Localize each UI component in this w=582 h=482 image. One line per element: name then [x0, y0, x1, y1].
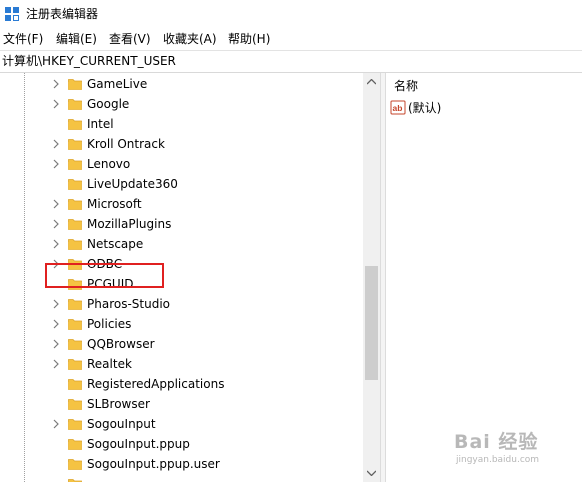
- address-bar[interactable]: 计算机\HKEY_CURRENT_USER: [0, 50, 582, 73]
- tree-item[interactable]: SogouInput: [0, 414, 363, 434]
- scroll-up-arrow-icon[interactable]: [367, 79, 376, 85]
- tree-item[interactable]: QQBrowser: [0, 334, 363, 354]
- expand-chevron-icon[interactable]: [52, 419, 60, 429]
- tree-item-label: SogouInput.ppup.user: [87, 457, 220, 471]
- tree-item-label: Kroll Ontrack: [87, 137, 165, 151]
- tree-item-label: RegisteredApplications: [87, 377, 225, 391]
- scroll-thumb[interactable]: [365, 266, 378, 380]
- column-header-label: 名称: [394, 79, 419, 93]
- expand-chevron-icon[interactable]: [52, 159, 60, 169]
- folder-icon: [68, 339, 82, 350]
- tree-item[interactable]: Intel: [0, 114, 363, 134]
- expand-chevron-icon[interactable]: [52, 139, 60, 149]
- tree-item[interactable]: GameLive: [0, 74, 363, 94]
- tree-item-label: QQBrowser: [87, 337, 155, 351]
- expand-chevron-icon[interactable]: [52, 199, 60, 209]
- folder-icon: [68, 319, 82, 330]
- svg-text:ab: ab: [393, 103, 403, 113]
- string-value-icon: ab: [390, 100, 406, 115]
- microsoft-highlight-box: [45, 263, 164, 288]
- tree-item[interactable]: SogouInput.ppup: [0, 434, 363, 454]
- tree-item-label: Google: [87, 97, 130, 111]
- folder-icon: [68, 359, 82, 370]
- tree-item[interactable]: RegisteredApplications: [0, 374, 363, 394]
- tree-item[interactable]: Google: [0, 94, 363, 114]
- window-title: 注册表编辑器: [26, 7, 99, 21]
- expand-chevron-icon[interactable]: [52, 319, 60, 329]
- tree-item[interactable]: LiveUpdate360: [0, 174, 363, 194]
- tree-item-label: Microsoft: [87, 197, 142, 211]
- folder-icon: [68, 399, 82, 410]
- expand-chevron-icon[interactable]: [52, 299, 60, 309]
- registry-tree[interactable]: GameLive Google Intel Kroll Ontrack Lenovo Li…: [0, 73, 363, 482]
- tree-item-label: SLBrowser: [87, 397, 150, 411]
- folder-icon: [68, 179, 82, 190]
- tree-item-label: SogouInput: [87, 417, 156, 431]
- expand-chevron-icon[interactable]: [52, 79, 60, 89]
- baidu-watermark: Bai 经验 jingyan.baidu.com: [446, 425, 578, 470]
- expand-chevron-icon[interactable]: [52, 219, 60, 229]
- tree-item[interactable]: Policies: [0, 314, 363, 334]
- values-pane[interactable]: 名称 ab (默认): [386, 73, 582, 482]
- tree-item-label: SogouInput.ppup: [87, 437, 190, 451]
- watermark-sub-text: jingyan.baidu.com: [456, 455, 540, 465]
- tree-item-label: LiveUpdate360: [87, 177, 178, 191]
- value-name: (默认): [408, 101, 442, 115]
- tree-item[interactable]: MozillaPlugins: [0, 214, 363, 234]
- expand-chevron-icon[interactable]: [52, 99, 60, 109]
- folder-icon: [68, 479, 82, 482]
- folder-icon: [68, 419, 82, 430]
- scroll-down-arrow-icon[interactable]: [367, 470, 376, 476]
- folder-icon: [68, 439, 82, 450]
- folder-icon: [68, 139, 82, 150]
- expand-chevron-icon[interactable]: [52, 339, 60, 349]
- expand-chevron-icon[interactable]: [52, 359, 60, 369]
- menu-bar: 文件(F) 编辑(E) 查看(V) 收藏夹(A) 帮助(H): [0, 28, 582, 50]
- menu-file[interactable]: 文件(F): [3, 31, 43, 47]
- folder-icon: [68, 239, 82, 250]
- address-path[interactable]: 计算机\HKEY_CURRENT_USER: [2, 53, 176, 69]
- tree-item-label: Netscape: [87, 237, 144, 251]
- tree-item-label: Pharos-Studio: [87, 297, 171, 311]
- tree-item[interactable]: Realtek: [0, 354, 363, 374]
- tree-item-label: Realtek: [87, 357, 132, 371]
- menu-favorites[interactable]: 收藏夹(A): [163, 31, 217, 47]
- tree-item-label: Intel: [87, 117, 114, 131]
- tree-item[interactable]: Pharos-Studio: [0, 294, 363, 314]
- folder-icon: [68, 379, 82, 390]
- column-header-name[interactable]: 名称: [386, 73, 582, 97]
- tree-item[interactable]: SLBrowser: [0, 394, 363, 414]
- folder-icon: [68, 299, 82, 310]
- tree-item[interactable]: Kroll Ontrack: [0, 134, 363, 154]
- folder-icon: [68, 119, 82, 130]
- menu-edit[interactable]: 编辑(E): [56, 31, 97, 47]
- tree-item[interactable]: Microsoft: [0, 194, 363, 214]
- tree-item[interactable]: [0, 474, 363, 482]
- expand-chevron-icon[interactable]: [52, 239, 60, 249]
- tree-item-label: Lenovo: [87, 157, 131, 171]
- value-row-default[interactable]: ab (默认): [386, 98, 582, 118]
- registry-editor-icon: [5, 7, 19, 21]
- title-bar: 注册表编辑器: [0, 0, 582, 28]
- menu-view[interactable]: 查看(V): [109, 31, 151, 47]
- folder-icon: [68, 99, 82, 110]
- tree-item-label: GameLive: [87, 77, 148, 91]
- folder-icon: [68, 79, 82, 90]
- menu-help[interactable]: 帮助(H): [228, 31, 270, 47]
- folder-icon: [68, 219, 82, 230]
- folder-icon: [68, 199, 82, 210]
- tree-item[interactable]: SogouInput.ppup.user: [0, 454, 363, 474]
- folder-icon: [68, 159, 82, 170]
- folder-icon: [68, 459, 82, 470]
- tree-item[interactable]: Lenovo: [0, 154, 363, 174]
- tree-item-label: Policies: [87, 317, 132, 331]
- tree-item-label: MozillaPlugins: [87, 217, 172, 231]
- watermark-main-text: Bai 经验: [454, 431, 539, 453]
- tree-scrollbar[interactable]: [363, 73, 380, 482]
- tree-item[interactable]: Netscape: [0, 234, 363, 254]
